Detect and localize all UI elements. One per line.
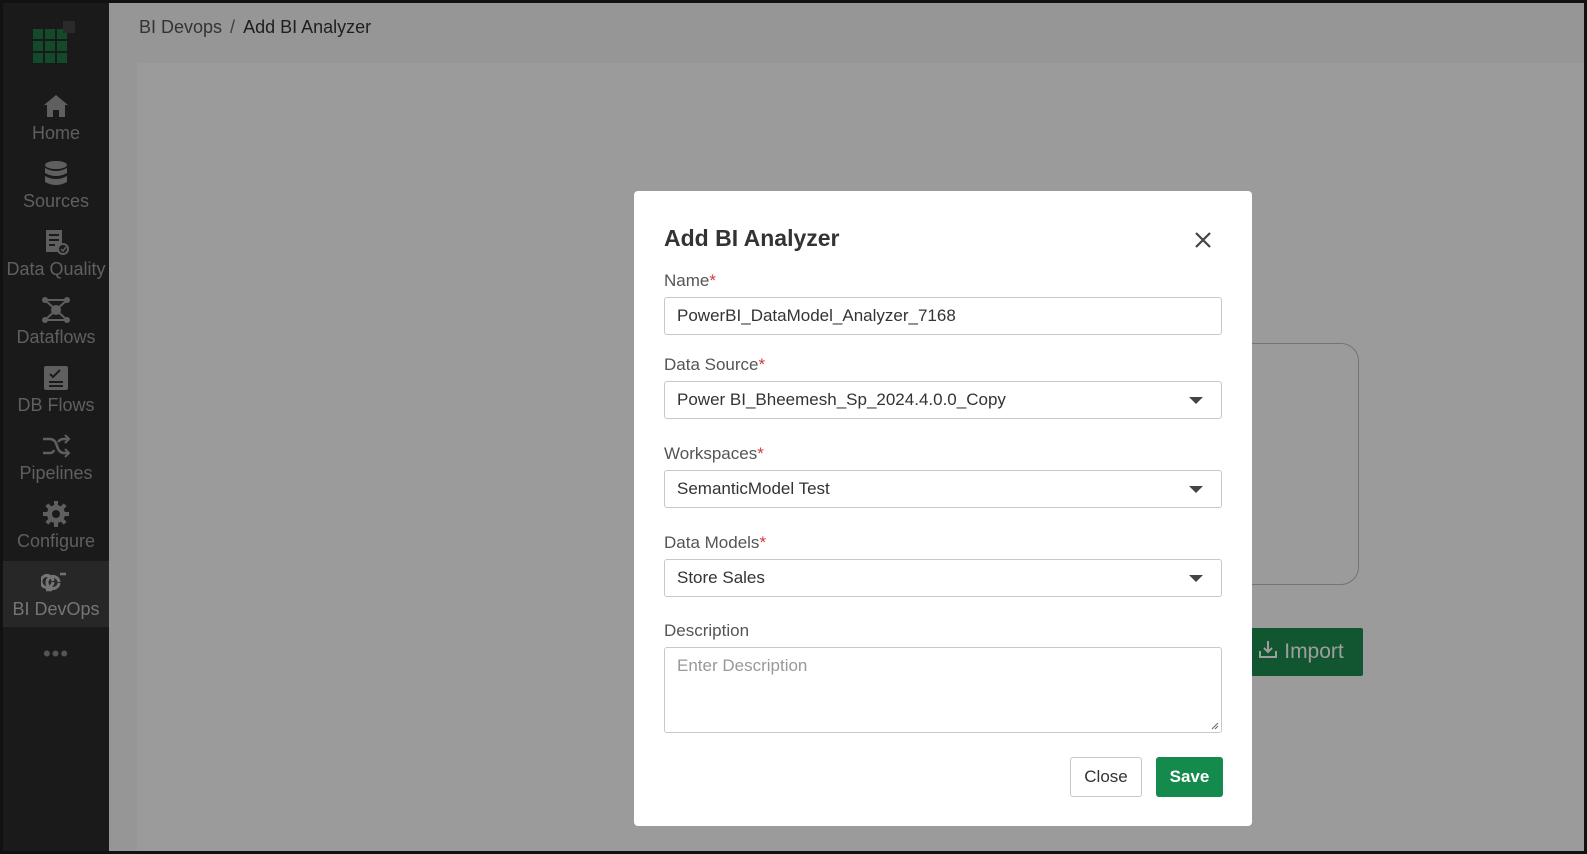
- dialog-title: Add BI Analyzer: [664, 225, 840, 251]
- data-models-select[interactable]: Store Sales: [664, 559, 1222, 597]
- app-window: Home Sources Data Quality Dataflows DB F: [0, 0, 1587, 854]
- data-source-select[interactable]: Power BI_Bheemesh_Sp_2024.4.0.0_Copy: [664, 381, 1222, 419]
- resize-handle-icon[interactable]: [1209, 720, 1219, 730]
- description-label: Description: [664, 621, 750, 640]
- add-bi-analyzer-dialog: Add BI Analyzer Name* PowerBI_DataModel_…: [634, 191, 1252, 826]
- name-field[interactable]: PowerBI_DataModel_Analyzer_7168: [664, 297, 1222, 335]
- data-source-label: Data Source*: [664, 355, 766, 374]
- workspaces-select[interactable]: SemanticModel Test: [664, 470, 1222, 508]
- name-label: Name*: [664, 271, 716, 290]
- close-button[interactable]: Close: [1070, 757, 1142, 797]
- description-field[interactable]: Enter Description: [664, 647, 1222, 733]
- workspaces-label: Workspaces*: [664, 444, 764, 463]
- data-models-label: Data Models*: [664, 533, 767, 552]
- chevron-down-icon: [1189, 486, 1203, 493]
- chevron-down-icon: [1189, 397, 1203, 404]
- save-button[interactable]: Save: [1156, 757, 1223, 797]
- chevron-down-icon: [1189, 575, 1203, 582]
- close-icon[interactable]: [1190, 227, 1216, 253]
